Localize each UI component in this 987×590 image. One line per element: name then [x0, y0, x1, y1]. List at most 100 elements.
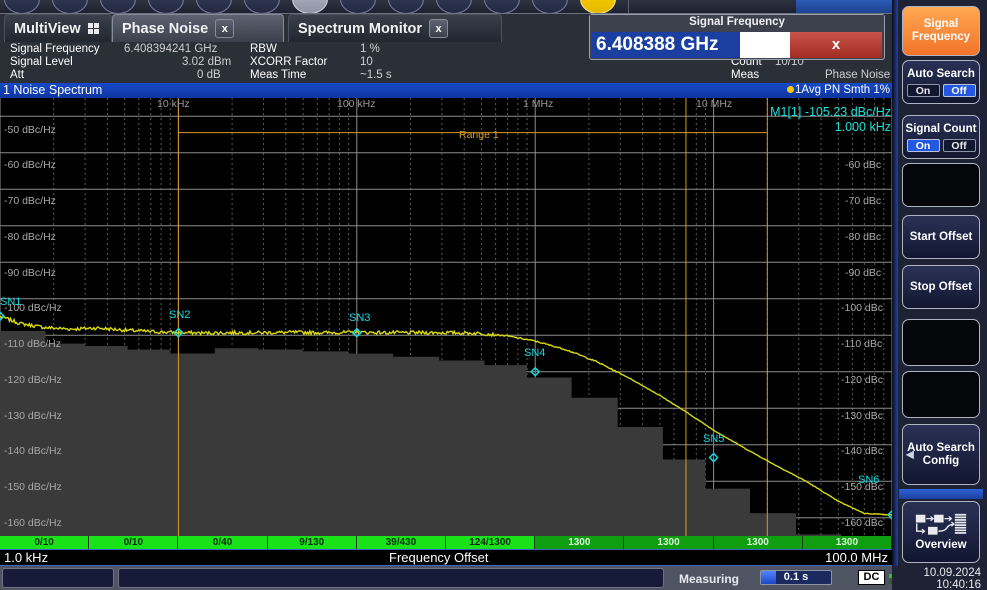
toolbar-button-6[interactable]: [244, 0, 280, 14]
tab-label: Spectrum Monitor: [298, 21, 422, 37]
status-message-field-left[interactable]: [2, 568, 114, 588]
chevron-left-icon[interactable]: ◀: [906, 448, 914, 461]
toolbar-button-4[interactable]: [148, 0, 184, 14]
signal-frequency-dialog[interactable]: Signal Frequency 6.408388 GHz x: [589, 14, 885, 60]
signal-frequency-value: 6.408394241 GHz: [124, 43, 217, 55]
softkey-label: Signal Frequency: [903, 18, 979, 44]
att-value: 0 dB: [197, 69, 221, 81]
tab-multiview[interactable]: MultiView: [4, 14, 112, 42]
xcorr-segment: 1300: [714, 536, 803, 549]
softkey-signal-frequency[interactable]: Signal Frequency: [902, 6, 980, 56]
meas-time-value: ~1.5 s: [360, 69, 392, 81]
softkey-label: Auto Search Config: [903, 442, 979, 468]
ytick-right-minus100: -100 dBc: [841, 302, 883, 314]
ytick-minus130: -130 dBc/Hz: [4, 410, 62, 422]
auto-search-off[interactable]: Off: [943, 84, 976, 97]
trace-status-text: 1Avg PN Smth 1%: [795, 84, 890, 96]
signal-count-on[interactable]: On: [907, 139, 940, 152]
tab-label: MultiView: [14, 21, 81, 37]
softkey-rail: [892, 0, 898, 566]
xcorr-segment: 1300: [624, 536, 713, 549]
signal-count-toggle[interactable]: On Off: [907, 139, 976, 152]
softkey-auto-search[interactable]: Auto Search On Off: [902, 60, 980, 104]
softkey-empty-1[interactable]: [902, 163, 980, 207]
toolbar-button-5[interactable]: [196, 0, 232, 14]
signal-level-value: 3.02 dBm: [182, 56, 231, 68]
spot-marker-sn5[interactable]: SN5: [703, 433, 724, 445]
trace-dot-icon: [787, 86, 794, 93]
softkey-stop-offset[interactable]: Stop Offset: [902, 265, 980, 309]
softkey-signal-count[interactable]: Signal Count On Off: [902, 115, 980, 159]
meas-value: Phase Noise: [825, 69, 890, 81]
toolbar-button-12[interactable]: [532, 0, 568, 14]
toolbar-button-11[interactable]: [484, 0, 520, 14]
signal-count-off[interactable]: Off: [943, 139, 976, 152]
softkey-divider: [899, 489, 983, 499]
ytick-minus80: -80 dBc/Hz: [4, 231, 56, 243]
toolbar-button-3[interactable]: [100, 0, 136, 14]
softkey-start-offset[interactable]: Start Offset: [902, 215, 980, 259]
spot-marker-sn4[interactable]: SN4: [524, 347, 545, 359]
toolbar-right-strip: [796, 0, 892, 14]
input-remainder[interactable]: [740, 32, 790, 58]
xcorr-segment: 0/10: [0, 536, 89, 549]
x-axis-title: Frequency Offset: [389, 550, 488, 566]
system-date: 10.09.2024: [897, 567, 981, 579]
xcorr-segment: 9/130: [268, 536, 357, 549]
softkey-auto-search-config[interactable]: ◀ Auto Search Config: [902, 424, 980, 485]
grid-icon: [88, 23, 100, 35]
toolbar-button-9[interactable]: [388, 0, 424, 14]
softkey-overview[interactable]: Overview: [902, 501, 980, 563]
toolbar-button-13-highlight[interactable]: [580, 0, 616, 14]
auto-search-on[interactable]: On: [907, 84, 940, 97]
toolbar-button-10[interactable]: [436, 0, 472, 14]
phase-noise-analyzer-window: MultiView Phase Noise x Spectrum Monitor…: [0, 0, 987, 590]
noise-spectrum-diagram[interactable]: 10 kHz 100 kHz 1 MHz 10 MHz -50 dBc/Hz -…: [0, 98, 892, 536]
tab-spectrum-monitor[interactable]: Spectrum Monitor x: [288, 14, 502, 42]
auto-search-toggle[interactable]: On Off: [907, 84, 976, 97]
softkey-label: Auto Search: [907, 68, 975, 81]
spot-marker-sn3[interactable]: SN3: [349, 312, 370, 324]
softkey-label: Signal Count: [906, 123, 977, 136]
window-title-bar: 1 Noise Spectrum 1Avg PN Smth 1%: [0, 83, 892, 98]
ytick-right-minus80: -80 dBc: [845, 231, 881, 243]
x-axis-start: 1.0 kHz: [4, 550, 48, 566]
softkey-empty-2[interactable]: [902, 319, 980, 366]
signal-frequency-label: Signal Frequency: [10, 43, 100, 55]
spot-marker-sn2[interactable]: SN2: [169, 309, 190, 321]
ytick-right-minus90: -90 dBc: [845, 267, 881, 279]
tab-phase-noise[interactable]: Phase Noise x: [112, 14, 284, 42]
meas-time-label: Meas Time: [250, 69, 306, 81]
toolbar-button-7-selected[interactable]: [292, 0, 328, 14]
dialog-title: Signal Frequency: [590, 15, 884, 31]
signal-level-label: Signal Level: [10, 56, 73, 68]
measuring-label: Measuring: [679, 572, 739, 586]
status-message-field-main[interactable]: [118, 568, 664, 588]
marker-readout-line1: M1[1] -105.23 dBc/Hz: [770, 105, 891, 119]
ytick-minus50: -50 dBc/Hz: [4, 124, 56, 136]
softkey-label: Stop Offset: [910, 281, 972, 294]
close-icon[interactable]: x: [429, 19, 448, 38]
toolbar-button-8[interactable]: [340, 0, 376, 14]
close-icon[interactable]: x: [215, 19, 234, 38]
xtick-10khz: 10 kHz: [157, 98, 190, 110]
att-label: Att: [10, 69, 24, 81]
system-clock: 10.09.2024 10:40:16: [897, 566, 985, 590]
top-toolbar: [0, 0, 892, 14]
dialog-close-button[interactable]: x: [790, 32, 882, 58]
x-axis-stop: 100.0 MHz: [825, 550, 888, 566]
xtick-1mhz: 1 MHz: [523, 98, 553, 110]
softkey-empty-3[interactable]: [902, 371, 980, 418]
xcorr-segment: 0/10: [89, 536, 178, 549]
toolbar-button-1[interactable]: [4, 0, 40, 14]
spot-marker-sn6[interactable]: SN6: [858, 474, 879, 486]
signal-frequency-input[interactable]: 6.408388 GHz: [592, 32, 740, 58]
spot-marker-sn1[interactable]: SN1: [0, 296, 21, 308]
toolbar-button-2[interactable]: [52, 0, 88, 14]
trace-status: 1Avg PN Smth 1%: [787, 83, 890, 98]
rbw-value: 1 %: [360, 43, 380, 55]
rbw-label: RBW: [250, 43, 277, 55]
ytick-right-minus60: -60 dBc: [845, 159, 881, 171]
ytick-minus90: -90 dBc/Hz: [4, 267, 56, 279]
coupling-badge: DC: [858, 570, 885, 585]
